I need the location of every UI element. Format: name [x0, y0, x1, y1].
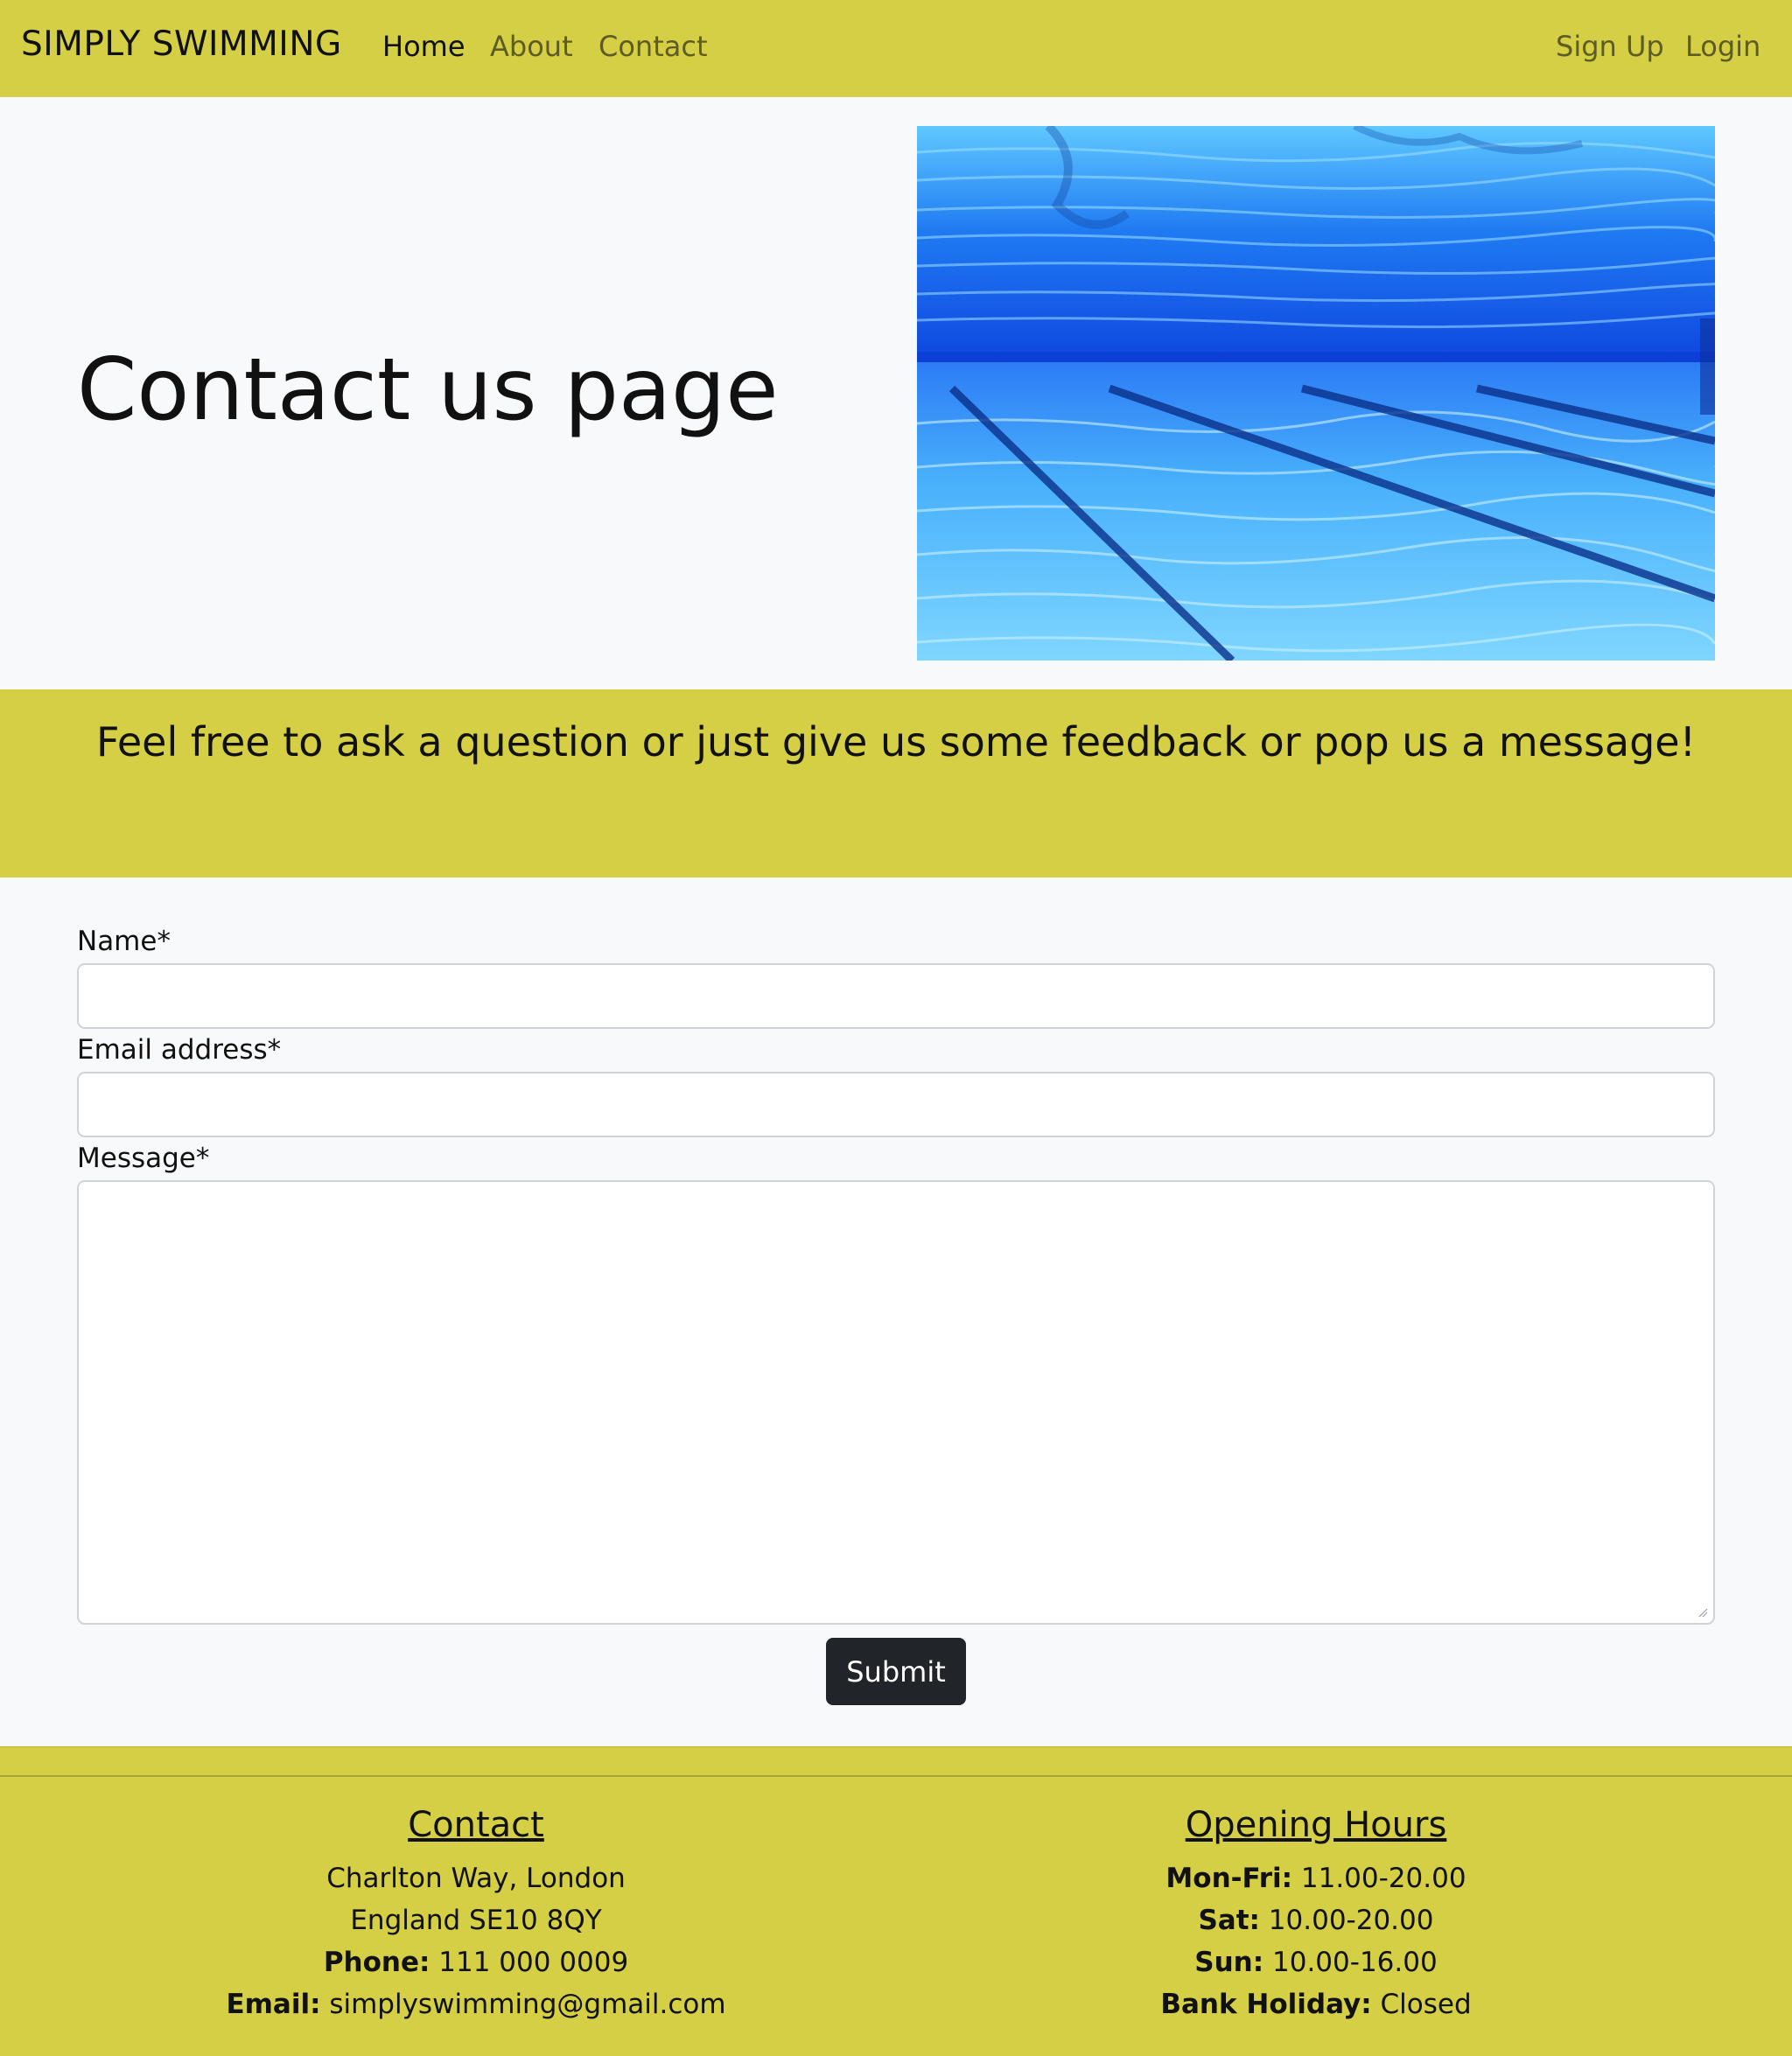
email-value[interactable]: simplyswimming@gmail.com [320, 1989, 725, 2020]
navbar: SIMPLY SWIMMING Home About Contact Sign … [0, 0, 1792, 97]
contact-form: Name* Email address* Message* Submit [0, 878, 1792, 1746]
email-label: Email: [226, 1989, 321, 2020]
hero-section: Contact us page [0, 97, 1792, 689]
hours-value: 10.00-16.00 [1264, 1947, 1438, 1978]
hours-label: Sun: [1194, 1947, 1264, 1978]
banner-text: Feel free to ask a question or just give… [95, 718, 1697, 766]
message-label: Message* [77, 1143, 210, 1174]
footer-contact-heading: Contact [408, 1805, 544, 1845]
hours-value: Closed [1371, 1989, 1472, 2020]
nav-link-about[interactable]: About [490, 30, 573, 63]
email-label: Email address* [77, 1034, 282, 1066]
name-label: Name* [77, 926, 171, 957]
pool-image [917, 126, 1715, 661]
hours-value: 11.00-20.00 [1292, 1863, 1466, 1894]
hours-label: Bank Holiday: [1160, 1989, 1372, 2020]
footer-hours-heading: Opening Hours [1185, 1805, 1447, 1845]
phone-value: 111 000 0009 [430, 1947, 629, 1978]
intro-banner: Feel free to ask a question or just give… [0, 689, 1792, 878]
hours-label: Sat: [1198, 1905, 1260, 1936]
address-line-2: England SE10 8QY [350, 1905, 602, 1936]
hours-row: Mon-Fri: 11.00-20.00 [1010, 1857, 1622, 1899]
footer-hours: Opening Hours Mon-Fri: 11.00-20.00 Sat: … [1010, 1805, 1622, 2025]
email-input[interactable] [77, 1072, 1715, 1137]
phone-label: Phone: [323, 1947, 430, 1978]
brand-logo[interactable]: SIMPLY SWIMMING [21, 24, 342, 64]
hours-row: Sun: 10.00-16.00 [1010, 1941, 1622, 1983]
hours-row: Bank Holiday: Closed [1010, 1983, 1622, 2025]
name-input[interactable] [77, 963, 1715, 1029]
footer-divider [0, 1775, 1792, 1777]
footer: Contact Charlton Way, London England SE1… [0, 1746, 1792, 2056]
submit-button[interactable]: Submit [826, 1638, 966, 1705]
address-line-1: Charlton Way, London [326, 1863, 626, 1894]
email-line: Email: simplyswimming@gmail.com [170, 1983, 782, 2025]
footer-contact: Contact Charlton Way, London England SE1… [170, 1805, 782, 2025]
nav-link-login[interactable]: Login [1685, 30, 1760, 63]
hours-row: Sat: 10.00-20.00 [1010, 1899, 1622, 1941]
resize-handle-icon[interactable] [1698, 1607, 1708, 1618]
page-title: Contact us page [77, 340, 779, 440]
phone-line: Phone: 111 000 0009 [170, 1941, 782, 1983]
nav-link-contact[interactable]: Contact [598, 30, 708, 63]
message-textarea[interactable] [77, 1180, 1715, 1625]
hours-label: Mon-Fri: [1166, 1863, 1293, 1894]
nav-link-sign-up[interactable]: Sign Up [1556, 30, 1664, 63]
nav-link-home[interactable]: Home [382, 30, 466, 63]
hours-value: 10.00-20.00 [1259, 1905, 1434, 1936]
